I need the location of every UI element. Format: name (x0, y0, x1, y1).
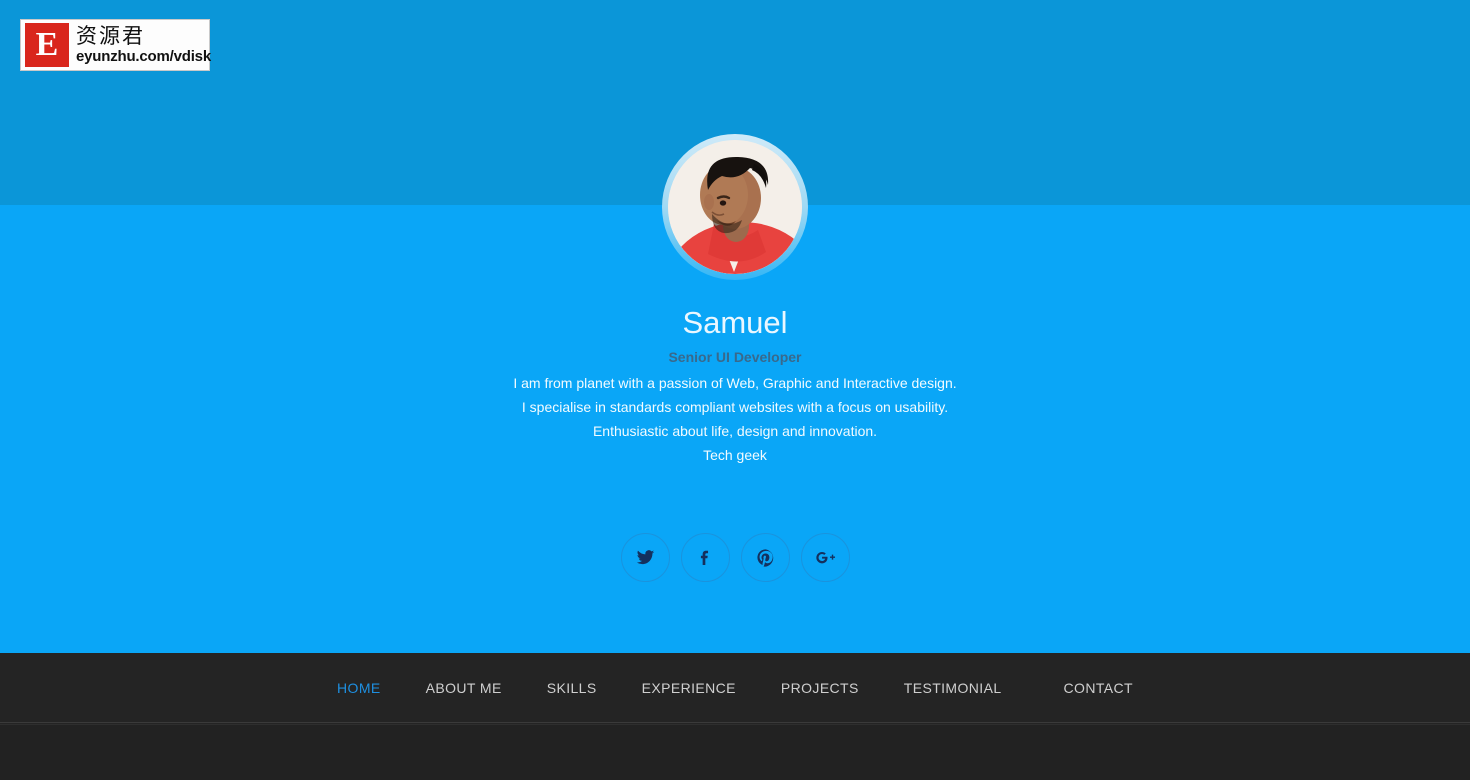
social-link-pinterest[interactable] (740, 533, 790, 582)
bio-line: Tech geek (703, 447, 767, 463)
watermark-logo: E 资源君 eyunzhu.com/vdisk (20, 19, 211, 71)
page-root: E 资源君 eyunzhu.com/vdisk Samuel Senior UI… (0, 0, 1470, 780)
avatar (668, 140, 802, 274)
avatar-ring (662, 134, 808, 280)
nav-item-projects[interactable]: PROJECTS (781, 680, 859, 696)
social-link-twitter[interactable] (620, 533, 670, 582)
profile-bio: I am from planet with a passion of Web, … (0, 371, 1470, 467)
google-plus-icon (815, 551, 835, 564)
main-navigation: HOME ABOUT ME SKILLS EXPERIENCE PROJECTS… (0, 653, 1470, 723)
profile-name: Samuel (682, 305, 788, 340)
social-link-google-plus[interactable] (800, 533, 850, 582)
footer (0, 724, 1470, 780)
bio-line: Enthusiastic about life, design and inno… (592, 423, 878, 439)
nav-item-experience[interactable]: EXPERIENCE (642, 680, 736, 696)
bio-line: I specialise in standards compliant webs… (521, 399, 949, 415)
nav-item-about-me[interactable]: ABOUT ME (426, 680, 502, 696)
watermark-badge-icon: E (25, 23, 69, 67)
facebook-icon (700, 550, 708, 566)
pinterest-icon (756, 549, 773, 567)
watermark-badge-letter: E (35, 26, 59, 63)
watermark-cn-text: 资源君 (76, 24, 145, 48)
nav-item-testimonial[interactable]: TESTIMONIAL (904, 680, 1002, 696)
nav-item-home[interactable]: HOME (337, 680, 381, 696)
nav-item-contact[interactable]: CONTACT (1064, 680, 1133, 696)
avatar-photo-icon (668, 140, 802, 274)
social-link-facebook[interactable] (680, 533, 730, 582)
nav-list: HOME ABOUT ME SKILLS EXPERIENCE PROJECTS… (337, 680, 1133, 696)
twitter-icon (636, 550, 654, 565)
watermark-url-text: eyunzhu.com/vdisk (76, 48, 211, 65)
nav-item-skills[interactable]: SKILLS (547, 680, 597, 696)
bio-line: I am from planet with a passion of Web, … (513, 375, 957, 391)
profile-role: Senior UI Developer (668, 349, 802, 365)
social-links (0, 533, 1470, 582)
watermark-text: 资源君 eyunzhu.com/vdisk (76, 24, 211, 66)
